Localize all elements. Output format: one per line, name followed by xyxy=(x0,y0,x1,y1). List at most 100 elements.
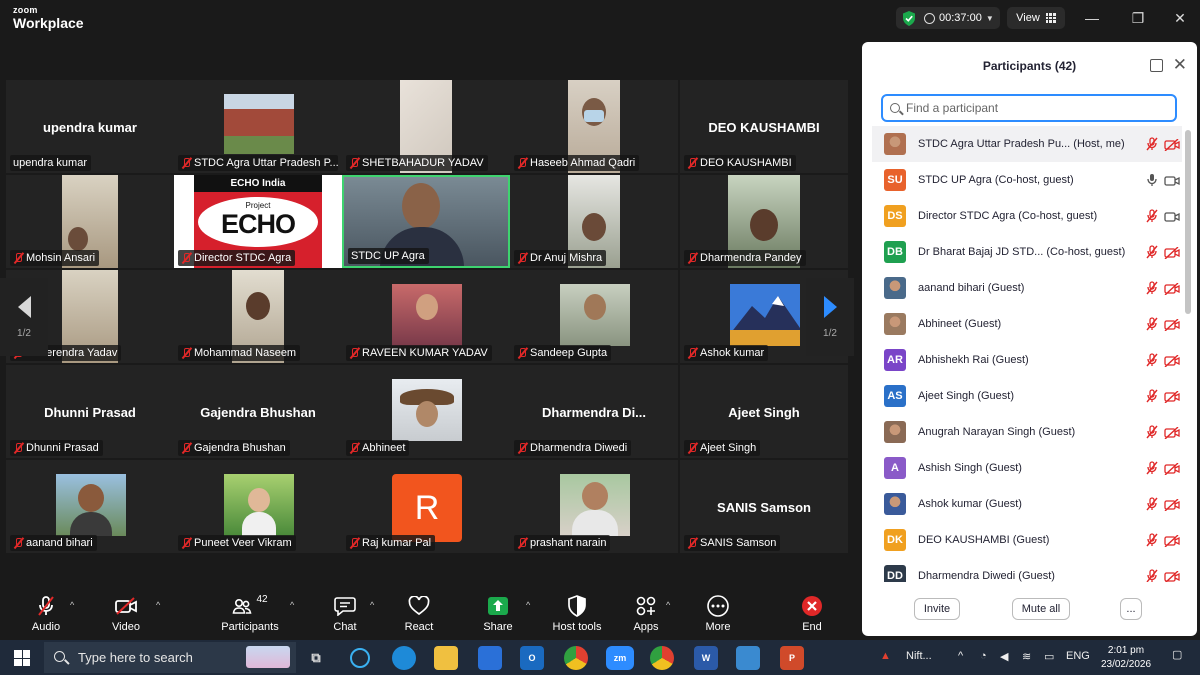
camera-icon[interactable] xyxy=(1164,174,1180,186)
video-tile[interactable]: R Raj kumar Pal xyxy=(342,460,510,553)
close-window-icon[interactable]: ✕ xyxy=(1170,9,1190,27)
word-icon[interactable]: W xyxy=(694,646,718,670)
camera-off-icon[interactable] xyxy=(1164,282,1180,296)
tray-expand-icon[interactable]: ^ xyxy=(958,650,963,662)
task-view-icon[interactable]: ⧉ xyxy=(304,646,328,670)
battery-icon[interactable]: ▭ xyxy=(1044,650,1054,663)
participants-button[interactable]: 42 Participants xyxy=(218,594,282,638)
audio-button[interactable]: Audio xyxy=(28,594,64,638)
powerpoint-icon[interactable]: P xyxy=(780,646,804,670)
participant-list-scrollbar[interactable] xyxy=(1185,130,1191,314)
apps-button[interactable]: Apps xyxy=(628,594,664,638)
audio-options-caret[interactable]: ^ xyxy=(70,600,74,610)
video-options-caret[interactable]: ^ xyxy=(156,600,160,610)
participant-row[interactable]: DS Director STDC Agra (Co-host, guest) xyxy=(872,198,1182,234)
video-tile[interactable]: SANIS Samson SANIS Samson xyxy=(680,460,848,553)
video-tile[interactable]: Mohammad Naseem xyxy=(174,270,342,363)
camera-off-icon[interactable] xyxy=(1164,570,1180,582)
video-tile[interactable]: Abhineet xyxy=(342,365,510,458)
minimize-icon[interactable]: — xyxy=(1082,9,1102,27)
wifi-icon[interactable]: ≋ xyxy=(1022,650,1031,663)
video-button[interactable]: Video xyxy=(108,594,144,638)
camera-icon[interactable] xyxy=(1164,210,1180,222)
mic-muted-icon[interactable] xyxy=(1146,497,1158,511)
camera-off-icon[interactable] xyxy=(1164,462,1180,476)
participant-row[interactable]: DD Dharmendra Diwedi (Guest) xyxy=(872,558,1182,582)
active-speaker-tile[interactable]: STDC UP Agra xyxy=(342,175,510,268)
windows-start-icon[interactable] xyxy=(14,650,30,666)
camera-off-icon[interactable] xyxy=(1164,138,1180,152)
video-tile[interactable]: Puneet Veer Vikram xyxy=(174,460,342,553)
video-tile[interactable]: ECHO India Project ECHO Director STDC Ag… xyxy=(174,175,342,268)
language-indicator[interactable]: ENG xyxy=(1066,650,1090,662)
video-tile[interactable]: Ajeet Singh Ajeet Singh xyxy=(680,365,848,458)
participant-row[interactable]: AS Ajeet Singh (Guest) xyxy=(872,378,1182,414)
mic-muted-icon[interactable] xyxy=(1146,245,1158,259)
video-tile[interactable]: RAVEEN KUMAR YADAV xyxy=(342,270,510,363)
mic-muted-icon[interactable] xyxy=(1146,569,1158,582)
host-tools-button[interactable]: Host tools xyxy=(550,594,604,638)
video-tile[interactable]: Mohsin Ansari xyxy=(6,175,174,268)
mic-muted-icon[interactable] xyxy=(1146,137,1158,151)
mic-muted-icon[interactable] xyxy=(1146,389,1158,403)
video-tile[interactable]: STDC Agra Uttar Pradesh P... xyxy=(174,80,342,173)
video-tile[interactable]: Gajendra Bhushan Gajendra Bhushan xyxy=(174,365,342,458)
participant-row[interactable]: Anugrah Narayan Singh (Guest) xyxy=(872,414,1182,450)
mic-muted-icon[interactable] xyxy=(1146,317,1158,331)
speaker-icon[interactable]: ◀ xyxy=(1000,650,1008,663)
notifications-icon[interactable]: ▢ xyxy=(1172,648,1182,661)
participant-row[interactable]: A Ashish Singh (Guest) xyxy=(872,450,1182,486)
chat-button[interactable]: Chat xyxy=(327,594,363,638)
mic-muted-icon[interactable] xyxy=(1146,425,1158,439)
share-options-caret[interactable]: ^ xyxy=(526,600,530,610)
invite-button[interactable]: Invite xyxy=(914,598,960,620)
mic-icon[interactable] xyxy=(1146,173,1158,187)
camera-off-icon[interactable] xyxy=(1164,318,1180,332)
camera-off-icon[interactable] xyxy=(1164,354,1180,368)
popout-icon[interactable] xyxy=(1150,59,1163,72)
edge-icon[interactable] xyxy=(392,646,416,670)
participant-row[interactable]: DK DEO KAUSHAMBI (Guest) xyxy=(872,522,1182,558)
participant-row[interactable]: SU STDC UP Agra (Co-host, guest) xyxy=(872,162,1182,198)
restore-icon[interactable]: ❐ xyxy=(1128,9,1148,27)
more-button[interactable]: More xyxy=(700,594,736,638)
camera-off-icon[interactable] xyxy=(1164,390,1180,404)
video-tile[interactable]: Sandeep Gupta xyxy=(510,270,678,363)
participant-row[interactable]: AR Abhishekh Rai (Guest) xyxy=(872,342,1182,378)
view-button[interactable]: View xyxy=(1007,7,1065,29)
camera-off-icon[interactable] xyxy=(1164,246,1180,260)
video-tile[interactable]: DEO KAUSHAMBI DEO KAUSHAMBI xyxy=(680,80,848,173)
stock-widget-icon[interactable]: ▲ xyxy=(880,650,891,662)
taskbar-search[interactable]: Type here to search xyxy=(44,642,296,673)
mic-muted-icon[interactable] xyxy=(1146,353,1158,367)
mic-muted-icon[interactable] xyxy=(1146,533,1158,547)
end-meeting-button[interactable]: End xyxy=(794,594,830,638)
react-button[interactable]: React xyxy=(401,594,437,638)
chrome-icon[interactable] xyxy=(564,646,588,670)
mic-muted-icon[interactable] xyxy=(1146,461,1158,475)
stock-widget-label[interactable]: Nift... xyxy=(906,650,932,662)
chat-options-caret[interactable]: ^ xyxy=(370,600,374,610)
share-button[interactable]: Share xyxy=(480,594,516,638)
video-tile[interactable]: Dhunni Prasad Dhunni Prasad xyxy=(6,365,174,458)
participants-options-caret[interactable]: ^ xyxy=(290,600,294,610)
remote-desktop-icon[interactable] xyxy=(736,646,760,670)
camera-off-icon[interactable] xyxy=(1164,534,1180,548)
next-page-button[interactable]: 1/2 xyxy=(806,278,854,356)
close-panel-icon[interactable]: ✕ xyxy=(1173,55,1187,75)
previous-page-button[interactable]: 1/2 xyxy=(0,278,48,356)
video-tile[interactable]: Dharmendra Pandey xyxy=(680,175,848,268)
video-tile[interactable]: Dharmendra Di... Dharmendra Diwedi xyxy=(510,365,678,458)
participant-search[interactable] xyxy=(881,94,1177,122)
meeting-info-button[interactable]: 00:37:00 ▼ xyxy=(896,7,1000,29)
cortana-icon[interactable] xyxy=(350,648,370,668)
video-tile[interactable]: Dr Anuj Mishra xyxy=(510,175,678,268)
participant-search-input[interactable] xyxy=(906,101,1166,115)
mic-muted-icon[interactable] xyxy=(1146,281,1158,295)
chrome-icon[interactable] xyxy=(650,646,674,670)
outlook-icon[interactable]: O xyxy=(520,646,544,670)
video-tile[interactable]: SHETBAHADUR YADAV xyxy=(342,80,510,173)
participant-row[interactable]: Abhineet (Guest) xyxy=(872,306,1182,342)
participant-row[interactable]: aanand bihari (Guest) xyxy=(872,270,1182,306)
system-clock[interactable]: 2:01 pm 23/02/2026 xyxy=(1094,644,1158,672)
